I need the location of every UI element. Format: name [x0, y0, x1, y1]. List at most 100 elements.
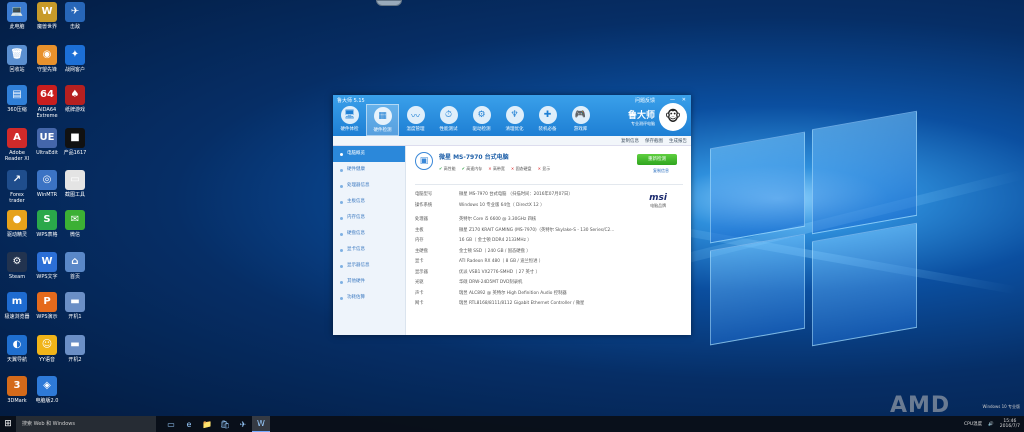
desktop-icon-label: 首页	[69, 274, 80, 280]
sub-toolbar: 复制信息 保存截图 生成报告	[333, 136, 691, 146]
computer-icon: ▣	[415, 152, 433, 170]
desktop-icon[interactable]: ♠ 纸牌游戏	[60, 85, 90, 113]
desktop-icon-label: 天翼导航	[6, 357, 27, 363]
taskbar-app-icon[interactable]: 🛍	[216, 416, 234, 432]
sidebar-item[interactable]: 显示器信息	[333, 258, 405, 274]
sidebar-item[interactable]: 硬件健康	[333, 162, 405, 178]
desktop-icon[interactable]: W 魔兽世界	[32, 2, 62, 30]
desktop-icon[interactable]: ☺ YY语音	[32, 335, 62, 363]
speaker-icon[interactable]: 🔊	[988, 422, 994, 427]
toolbar-tab[interactable]: 🎮 游戏库	[564, 104, 597, 136]
cross-icon: ✕	[488, 166, 492, 171]
toolbar-tab[interactable]: ♆ 清理优化	[498, 104, 531, 136]
toolbar-tab-icon: 〰	[406, 106, 425, 124]
start-button[interactable]: ⊞	[0, 416, 16, 432]
desktop-icon[interactable]: ◉ 守望先锋	[32, 45, 62, 73]
redetect-button[interactable]: 重新检测	[637, 154, 677, 165]
info-value: 金士顿 SSD（ 240 GB / 固态硬盘 ）	[459, 248, 531, 254]
desktop-icon[interactable]: W WPS文字	[32, 252, 62, 280]
taskbar-app-icon[interactable]: W	[252, 416, 270, 432]
taskbar-app-icon[interactable]: e	[180, 416, 198, 432]
info-value: 瑞昱 RTL8168/8111/8112 Gigabit Ethernet Co…	[459, 301, 585, 307]
desktop-icon[interactable]: ✉ 微信	[60, 210, 90, 238]
desktop-icon[interactable]: UE UltraEdit	[32, 128, 62, 156]
toolbar-tab-label: 温度管理	[406, 127, 425, 132]
desktop-icon[interactable]: ▬ 开机2	[60, 335, 90, 363]
desktop-icon-label: UltraEdit	[36, 150, 58, 156]
desktop-icon[interactable]: S WPS表格	[32, 210, 62, 238]
taskbar-app-icon[interactable]: 📁	[198, 416, 216, 432]
check-icon: ✔	[439, 166, 443, 171]
feature-check: ✔ 高速内存	[462, 166, 483, 172]
desktop-icon[interactable]: ◎ WinMTR	[32, 170, 62, 198]
desktop-icon-label: 产品1617	[63, 150, 87, 156]
desktop-icon-label: 360压缩	[7, 107, 27, 113]
desktop-icon[interactable]: 🗑 回收站	[2, 45, 32, 73]
desktop-icon[interactable]: ▤ 360压缩	[2, 85, 32, 113]
sidebar: 电脑概览 硬件健康 处理器信息 主板信息 内存信息 硬盘信息 显卡信息 显示器信息 其他硬件 功耗…	[333, 146, 406, 335]
clock[interactable]: 15:46 2016/7/7	[1000, 419, 1020, 429]
sidebar-item[interactable]: 硬盘信息	[333, 226, 405, 242]
desktop-icon[interactable]: 3 3DMark	[2, 376, 32, 404]
copy-info-link[interactable]: 复制信息	[621, 138, 639, 144]
desktop-icon[interactable]: ✈ 击敌	[60, 2, 90, 30]
desktop-icon-label: 微信	[69, 232, 80, 238]
desktop-icon[interactable]: ▭ 截图工具	[60, 170, 90, 198]
feature-check-label: 固态硬盘	[515, 166, 532, 171]
desktop-icon[interactable]: ✦ 战网客户	[60, 45, 90, 73]
toolbar-tab-icon: ✚	[538, 106, 557, 124]
top-handle[interactable]	[376, 0, 402, 6]
desktop-icon[interactable]: ◐ 天翼导航	[2, 335, 32, 363]
desktop-icon[interactable]: 💻 此电脑	[2, 2, 32, 30]
sidebar-item[interactable]: 电脑概览	[333, 146, 405, 162]
toolbar-tab[interactable]: ⏱ 性能测试	[432, 104, 465, 136]
brand-area: 鲁大师 专业测评电脑 🐵	[628, 103, 687, 131]
generate-report-link[interactable]: 生成报告	[669, 138, 687, 144]
main-toolbar: 🖥 硬件体检 ▦ 硬件检测 〰温度管理 ⏱ 性能测试 ⚙ 驱动检测 ♆ 清理优化 ✚ 装机必备 🎮 游戏库	[333, 104, 597, 136]
desktop-icon[interactable]: ⚙ Steam	[2, 252, 32, 280]
app-icon: W	[37, 252, 57, 272]
app-icon: S	[37, 210, 57, 230]
info-key: 主板	[415, 227, 424, 233]
app-icon: ♠	[65, 85, 85, 105]
mascot-icon: 🐵	[659, 103, 687, 131]
taskbar-app-icon[interactable]: ▭	[162, 416, 180, 432]
toolbar-tab[interactable]: 🖥 硬件体检	[333, 104, 366, 136]
info-value: 微星 MS-7970 台式电脑 （扫描时间：2016年07月07日）	[459, 192, 573, 198]
sidebar-item[interactable]: 显卡信息	[333, 242, 405, 258]
desktop-icon[interactable]: ⌂ 首页	[60, 252, 90, 280]
sidebar-item[interactable]: 主板信息	[333, 194, 405, 210]
toolbar-tab[interactable]: 〰温度管理	[399, 104, 432, 136]
toolbar-tab[interactable]: ▦ 硬件检测	[366, 104, 399, 136]
check-icon: ✔	[461, 166, 465, 171]
desktop-icon[interactable]: ■ 产品1617	[60, 128, 90, 156]
app-icon: ▬	[65, 335, 85, 355]
taskbar-app-icon[interactable]: ✈	[234, 416, 252, 432]
desktop-icon[interactable]: 64 AIDA64 Extreme	[32, 85, 62, 119]
sidebar-item[interactable]: 其他硬件	[333, 274, 405, 290]
sidebar-item[interactable]: 内存信息	[333, 210, 405, 226]
app-icon: ✉	[65, 210, 85, 230]
toolbar-tab[interactable]: ✚ 装机必备	[531, 104, 564, 136]
desktop-icon-label: 驱动精灵	[6, 232, 27, 238]
sidebar-item[interactable]: 处理器信息	[333, 178, 405, 194]
msi-logo: msi 电脑品牌	[649, 193, 667, 208]
desktop-icon[interactable]: A Adobe Reader XI	[2, 128, 32, 162]
toolbar-tab[interactable]: ⚙ 驱动检测	[465, 104, 498, 136]
sidebar-item[interactable]: 功耗估算	[333, 290, 405, 306]
desktop-icon[interactable]: P WPS演示	[32, 292, 62, 320]
search-box[interactable]: 搜索 Web 和 Windows	[16, 416, 156, 432]
desktop-icon-label: 战网客户	[64, 67, 85, 73]
desktop-icon[interactable]: ◈ 电脑版2.0	[32, 376, 62, 404]
model-header: ▣ 微星 MS-7970 台式电脑 ✔ 高性能 ✔ 高速内存 ✕ 高带宽 ✕ 固态硬盘…	[415, 152, 683, 180]
info-value: Windows 10 专业版 64位（ DirectX 12 ）	[459, 202, 545, 208]
desktop-icon[interactable]: ↗ Forex trader	[2, 170, 32, 204]
info-row: 内存 16 GB（ 金士顿 DDR4 2133MHz ）	[415, 235, 683, 246]
desktop-icon[interactable]: ▬ 开机1	[60, 292, 90, 320]
copy-info-button[interactable]: 复制信息	[653, 168, 669, 174]
info-row: 光驱 华硕 DRW-24D5MT DVD刻录机	[415, 277, 683, 288]
desktop-icon[interactable]: m 极速浏览器	[2, 292, 32, 320]
save-screenshot-link[interactable]: 保存截图	[645, 138, 663, 144]
info-row: 电脑型号 微星 MS-7970 台式电脑 （扫描时间：2016年07月07日）	[415, 189, 683, 200]
desktop-icon[interactable]: ● 驱动精灵	[2, 210, 32, 238]
